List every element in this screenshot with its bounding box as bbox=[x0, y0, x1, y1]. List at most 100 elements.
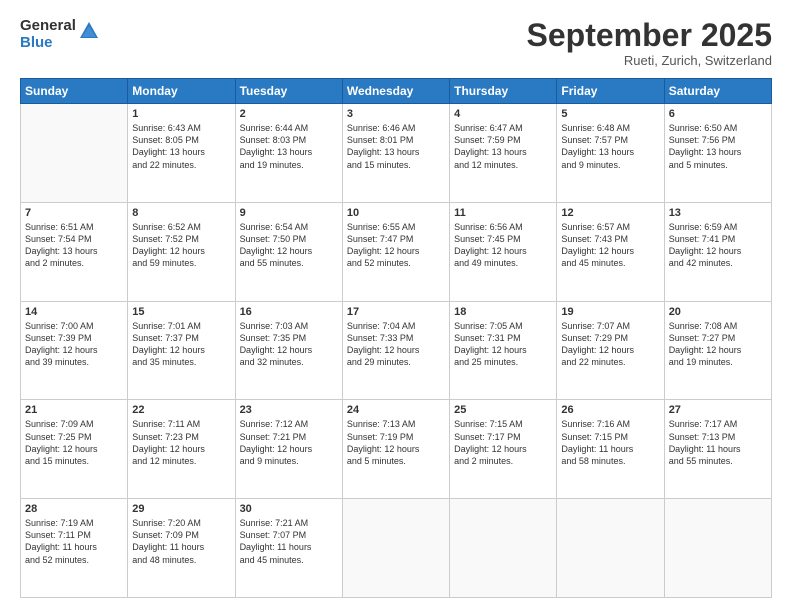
calendar-cell bbox=[21, 104, 128, 203]
day-number: 11 bbox=[454, 207, 552, 219]
day-number: 14 bbox=[25, 306, 123, 318]
weekday-header-wednesday: Wednesday bbox=[342, 79, 449, 104]
calendar-cell: 19Sunrise: 7:07 AM Sunset: 7:29 PM Dayli… bbox=[557, 301, 664, 400]
weekday-header-saturday: Saturday bbox=[664, 79, 771, 104]
cell-info: Sunrise: 7:15 AM Sunset: 7:17 PM Dayligh… bbox=[454, 418, 552, 467]
cell-info: Sunrise: 7:11 AM Sunset: 7:23 PM Dayligh… bbox=[132, 418, 230, 467]
day-number: 5 bbox=[561, 108, 659, 120]
day-number: 4 bbox=[454, 108, 552, 120]
day-number: 22 bbox=[132, 404, 230, 416]
week-row-5: 28Sunrise: 7:19 AM Sunset: 7:11 PM Dayli… bbox=[21, 499, 772, 598]
day-number: 19 bbox=[561, 306, 659, 318]
cell-info: Sunrise: 7:19 AM Sunset: 7:11 PM Dayligh… bbox=[25, 517, 123, 566]
cell-info: Sunrise: 7:09 AM Sunset: 7:25 PM Dayligh… bbox=[25, 418, 123, 467]
calendar-cell: 1 Sunrise: 6:43 AM Sunset: 8:05 PM Daylig… bbox=[128, 104, 235, 203]
calendar-cell: 24Sunrise: 7:13 AM Sunset: 7:19 PM Dayli… bbox=[342, 400, 449, 499]
month-title: September 2025 bbox=[527, 18, 772, 53]
calendar-cell: 29 Sunrise: 7:20 AM Sunset: 7:09 PM Dayli… bbox=[128, 499, 235, 598]
day-number: 8 bbox=[132, 207, 230, 219]
calendar-cell: 26Sunrise: 7:16 AM Sunset: 7:15 PM Dayli… bbox=[557, 400, 664, 499]
cell-info: Sunrise: 6:56 AM Sunset: 7:45 PM Dayligh… bbox=[454, 221, 552, 270]
calendar-cell: 8 Sunrise: 6:52 AM Sunset: 7:52 PM Daylig… bbox=[128, 202, 235, 301]
cell-info: Sunrise: 7:01 AM Sunset: 7:37 PM Dayligh… bbox=[132, 320, 230, 369]
day-number: 23 bbox=[240, 404, 338, 416]
cell-info: Sunrise: 7:12 AM Sunset: 7:21 PM Dayligh… bbox=[240, 418, 338, 467]
cell-info: Sunrise: 6:47 AM Sunset: 7:59 PM Dayligh… bbox=[454, 122, 552, 171]
cell-info: Sunrise: 6:44 AM Sunset: 8:03 PM Dayligh… bbox=[240, 122, 338, 171]
day-number: 7 bbox=[25, 207, 123, 219]
weekday-header-friday: Friday bbox=[557, 79, 664, 104]
logo-blue: Blue bbox=[20, 35, 76, 52]
day-number: 6 bbox=[669, 108, 767, 120]
calendar-cell: 4 Sunrise: 6:47 AM Sunset: 7:59 PM Daylig… bbox=[450, 104, 557, 203]
calendar-cell: 25Sunrise: 7:15 AM Sunset: 7:17 PM Dayli… bbox=[450, 400, 557, 499]
weekday-header-tuesday: Tuesday bbox=[235, 79, 342, 104]
cell-info: Sunrise: 6:59 AM Sunset: 7:41 PM Dayligh… bbox=[669, 221, 767, 270]
calendar-cell: 27Sunrise: 7:17 AM Sunset: 7:13 PM Dayli… bbox=[664, 400, 771, 499]
day-number: 29 bbox=[132, 503, 230, 515]
day-number: 26 bbox=[561, 404, 659, 416]
day-number: 18 bbox=[454, 306, 552, 318]
calendar-cell: 12 Sunrise: 6:57 AM Sunset: 7:43 PM Dayli… bbox=[557, 202, 664, 301]
location-subtitle: Rueti, Zurich, Switzerland bbox=[527, 53, 772, 68]
cell-info: Sunrise: 6:54 AM Sunset: 7:50 PM Dayligh… bbox=[240, 221, 338, 270]
calendar-cell: 16 Sunrise: 7:03 AM Sunset: 7:35 PM Dayli… bbox=[235, 301, 342, 400]
calendar-cell bbox=[450, 499, 557, 598]
cell-info: Sunrise: 6:52 AM Sunset: 7:52 PM Dayligh… bbox=[132, 221, 230, 270]
cell-info: Sunrise: 6:50 AM Sunset: 7:56 PM Dayligh… bbox=[669, 122, 767, 171]
page: General Blue September 2025 Rueti, Zuric… bbox=[0, 0, 792, 612]
calendar-cell: 23 Sunrise: 7:12 AM Sunset: 7:21 PM Dayli… bbox=[235, 400, 342, 499]
calendar-cell: 15 Sunrise: 7:01 AM Sunset: 7:37 PM Dayli… bbox=[128, 301, 235, 400]
cell-info: Sunrise: 7:04 AM Sunset: 7:33 PM Dayligh… bbox=[347, 320, 445, 369]
cell-info: Sunrise: 7:08 AM Sunset: 7:27 PM Dayligh… bbox=[669, 320, 767, 369]
weekday-header-monday: Monday bbox=[128, 79, 235, 104]
cell-info: Sunrise: 7:05 AM Sunset: 7:31 PM Dayligh… bbox=[454, 320, 552, 369]
calendar-cell: 14 Sunrise: 7:00 AM Sunset: 7:39 PM Dayli… bbox=[21, 301, 128, 400]
weekday-header-sunday: Sunday bbox=[21, 79, 128, 104]
day-number: 21 bbox=[25, 404, 123, 416]
calendar-cell bbox=[664, 499, 771, 598]
calendar-cell: 30 Sunrise: 7:21 AM Sunset: 7:07 PM Dayli… bbox=[235, 499, 342, 598]
calendar-cell: 13 Sunrise: 6:59 AM Sunset: 7:41 PM Dayli… bbox=[664, 202, 771, 301]
calendar-cell: 28Sunrise: 7:19 AM Sunset: 7:11 PM Dayli… bbox=[21, 499, 128, 598]
calendar-cell: 18 Sunrise: 7:05 AM Sunset: 7:31 PM Dayli… bbox=[450, 301, 557, 400]
calendar-cell: 5 Sunrise: 6:48 AM Sunset: 7:57 PM Daylig… bbox=[557, 104, 664, 203]
day-number: 13 bbox=[669, 207, 767, 219]
week-row-4: 21 Sunrise: 7:09 AM Sunset: 7:25 PM Dayli… bbox=[21, 400, 772, 499]
weekday-header-row: SundayMondayTuesdayWednesdayThursdayFrid… bbox=[21, 79, 772, 104]
cell-info: Sunrise: 6:48 AM Sunset: 7:57 PM Dayligh… bbox=[561, 122, 659, 171]
cell-info: Sunrise: 6:43 AM Sunset: 8:05 PM Dayligh… bbox=[132, 122, 230, 171]
calendar-cell: 6 Sunrise: 6:50 AM Sunset: 7:56 PM Daylig… bbox=[664, 104, 771, 203]
cell-info: Sunrise: 7:20 AM Sunset: 7:09 PM Dayligh… bbox=[132, 517, 230, 566]
day-number: 15 bbox=[132, 306, 230, 318]
cell-info: Sunrise: 7:03 AM Sunset: 7:35 PM Dayligh… bbox=[240, 320, 338, 369]
day-number: 17 bbox=[347, 306, 445, 318]
day-number: 2 bbox=[240, 108, 338, 120]
day-number: 10 bbox=[347, 207, 445, 219]
day-number: 12 bbox=[561, 207, 659, 219]
calendar-cell: 2 Sunrise: 6:44 AM Sunset: 8:03 PM Daylig… bbox=[235, 104, 342, 203]
logo-icon bbox=[78, 20, 100, 47]
day-number: 16 bbox=[240, 306, 338, 318]
cell-info: Sunrise: 6:51 AM Sunset: 7:54 PM Dayligh… bbox=[25, 221, 123, 270]
weekday-header-thursday: Thursday bbox=[450, 79, 557, 104]
header: General Blue September 2025 Rueti, Zuric… bbox=[20, 18, 772, 68]
cell-info: Sunrise: 7:17 AM Sunset: 7:13 PM Dayligh… bbox=[669, 418, 767, 467]
cell-info: Sunrise: 7:21 AM Sunset: 7:07 PM Dayligh… bbox=[240, 517, 338, 566]
calendar-cell: 9Sunrise: 6:54 AM Sunset: 7:50 PM Daylig… bbox=[235, 202, 342, 301]
week-row-1: 1 Sunrise: 6:43 AM Sunset: 8:05 PM Daylig… bbox=[21, 104, 772, 203]
day-number: 30 bbox=[240, 503, 338, 515]
cell-info: Sunrise: 7:00 AM Sunset: 7:39 PM Dayligh… bbox=[25, 320, 123, 369]
cell-info: Sunrise: 6:57 AM Sunset: 7:43 PM Dayligh… bbox=[561, 221, 659, 270]
title-block: September 2025 Rueti, Zurich, Switzerlan… bbox=[527, 18, 772, 68]
calendar-cell: 20 Sunrise: 7:08 AM Sunset: 7:27 PM Dayli… bbox=[664, 301, 771, 400]
calendar-cell bbox=[557, 499, 664, 598]
day-number: 20 bbox=[669, 306, 767, 318]
calendar-cell: 21 Sunrise: 7:09 AM Sunset: 7:25 PM Dayli… bbox=[21, 400, 128, 499]
day-number: 24 bbox=[347, 404, 445, 416]
week-row-3: 14 Sunrise: 7:00 AM Sunset: 7:39 PM Dayli… bbox=[21, 301, 772, 400]
day-number: 1 bbox=[132, 108, 230, 120]
week-row-2: 7 Sunrise: 6:51 AM Sunset: 7:54 PM Daylig… bbox=[21, 202, 772, 301]
calendar-cell bbox=[342, 499, 449, 598]
calendar-cell: 17 Sunrise: 7:04 AM Sunset: 7:33 PM Dayli… bbox=[342, 301, 449, 400]
